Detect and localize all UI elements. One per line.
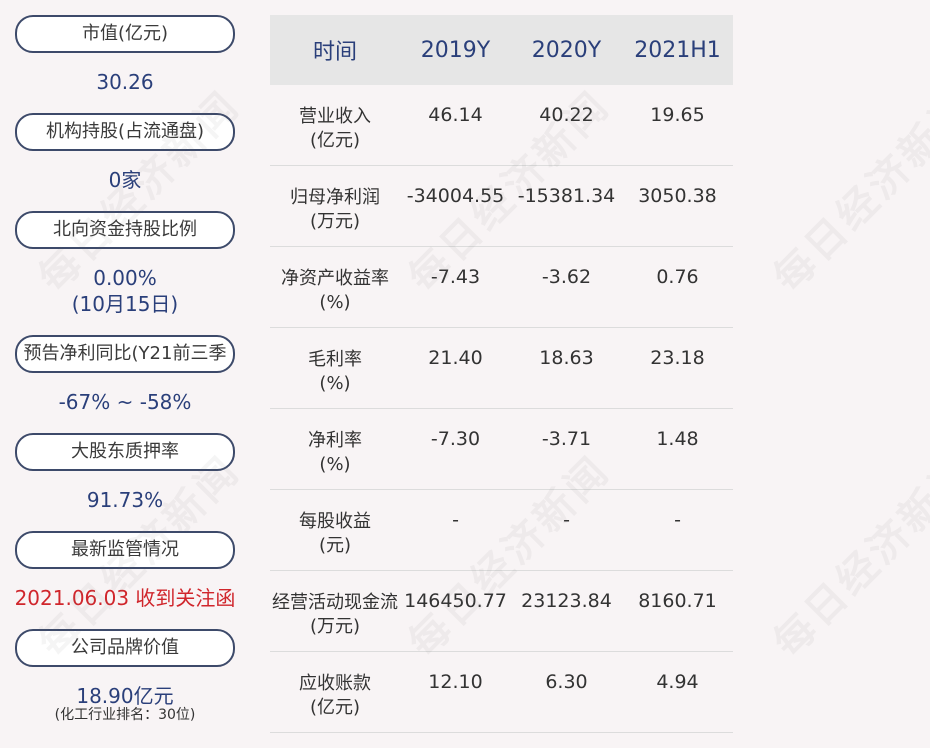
table-cell: 40.22 xyxy=(539,104,594,126)
row-label: 每股收益 (元) xyxy=(270,490,400,570)
table-cell: -3.62 xyxy=(541,266,592,288)
table-cell: -34004.55 xyxy=(406,185,505,207)
row-label-unit: (元) xyxy=(318,535,352,556)
pledge-ratio-value: 91.73% xyxy=(86,488,164,512)
northbound-holding-label: 北向资金持股比例 xyxy=(15,211,235,249)
row-label: 经营活动现金流 (万元) xyxy=(270,571,400,651)
pledge-ratio-label: 大股东质押率 xyxy=(15,433,235,471)
table-cell: 19.65 xyxy=(650,104,705,126)
row-label: 归母净利润 (万元) xyxy=(270,166,400,246)
row-label-title: 净利率 xyxy=(308,430,362,451)
header-period: 时间 xyxy=(312,40,357,65)
table-cell: -7.30 xyxy=(430,428,481,450)
institution-holding-value: 0家 xyxy=(108,168,142,192)
brand-value: 18.90亿元 xyxy=(76,684,174,708)
table-cell: 146450.77 xyxy=(404,590,507,612)
brand-value-label: 公司品牌价值 xyxy=(15,629,235,667)
row-label: 毛利率 (%) xyxy=(270,328,400,408)
row-label-title: 经营活动现金流 xyxy=(272,592,398,613)
table-row-receivables: 应收账款 (亿元) 12.10 6.30 4.94 xyxy=(270,652,733,733)
northbound-holding-date: (10月15日) xyxy=(71,292,179,316)
row-label-unit: (%) xyxy=(319,373,351,394)
northbound-holding-value: 0.00% xyxy=(93,266,157,290)
table-cell: 23123.84 xyxy=(521,590,612,612)
table-cell: 1.48 xyxy=(656,428,699,450)
institution-holding-label: 机构持股(占流通盘) xyxy=(15,113,235,151)
table-cell: 6.30 xyxy=(545,671,588,693)
row-label: 营业收入 (亿元) xyxy=(270,85,400,165)
market-cap-label: 市值(亿元) xyxy=(15,15,235,53)
table-cell: 3050.38 xyxy=(638,185,717,207)
row-label-unit: (%) xyxy=(319,292,351,313)
table-cell: 46.14 xyxy=(428,104,483,126)
profit-forecast-value: -67% ~ -58% xyxy=(58,390,192,414)
row-label-title: 归母净利润 xyxy=(290,187,380,208)
row-label-unit: (亿元) xyxy=(309,697,361,718)
row-label-title: 每股收益 xyxy=(299,511,371,532)
table-row-net-profit: 归母净利润 (万元) -34004.55 -15381.34 3050.38 xyxy=(270,166,733,247)
header-2020y: 2020Y xyxy=(531,37,602,63)
row-label-title: 营业收入 xyxy=(299,106,371,127)
table-row-net-margin: 净利率 (%) -7.30 -3.71 1.48 xyxy=(270,409,733,490)
table-header: 时间 2019Y 2020Y 2021H1 xyxy=(270,15,733,85)
regulation-label: 最新监管情况 xyxy=(15,531,235,569)
header-2021h1: 2021H1 xyxy=(634,37,721,63)
table-cell: -15381.34 xyxy=(517,185,616,207)
table-cell: - xyxy=(563,509,570,531)
row-label-title: 净资产收益率 xyxy=(281,268,389,289)
table-cell: - xyxy=(674,509,681,531)
table-cell: - xyxy=(452,509,459,531)
watermark: 每日经济新闻 xyxy=(765,447,930,667)
brand-rank: (化工行业排名：30位) xyxy=(54,707,196,723)
row-label: 净利率 (%) xyxy=(270,409,400,489)
table-cell: -7.43 xyxy=(430,266,481,288)
table-cell: 23.18 xyxy=(650,347,705,369)
row-label-unit: (万元) xyxy=(309,616,361,637)
row-label: 应收账款 (亿元) xyxy=(270,652,400,732)
table-row-eps: 每股收益 (元) - - - xyxy=(270,490,733,571)
profit-forecast-label: 预告净利同比(Y21前三季 xyxy=(15,335,235,373)
row-label-unit: (亿元) xyxy=(309,130,361,151)
table-row-gross-margin: 毛利率 (%) 21.40 18.63 23.18 xyxy=(270,328,733,409)
row-label-title: 应收账款 xyxy=(299,673,371,694)
table-row-operating-cash-flow: 经营活动现金流 (万元) 146450.77 23123.84 8160.71 xyxy=(270,571,733,652)
table-row-roe: 净资产收益率 (%) -7.43 -3.62 0.76 xyxy=(270,247,733,328)
regulation-value: 2021.06.03 收到关注函 xyxy=(14,586,236,610)
header-2019y: 2019Y xyxy=(420,37,491,63)
row-label-title: 毛利率 xyxy=(308,349,362,370)
table-cell: -3.71 xyxy=(541,428,592,450)
table-cell: 12.10 xyxy=(428,671,483,693)
financial-table: 时间 2019Y 2020Y 2021H1 营业收入 (亿元) 46.14 40… xyxy=(270,15,733,733)
row-label-unit: (%) xyxy=(319,454,351,475)
table-cell: 8160.71 xyxy=(638,590,717,612)
table-cell: 0.76 xyxy=(656,266,699,288)
watermark: 每日经济新闻 xyxy=(765,82,930,302)
market-cap-value: 30.26 xyxy=(96,70,154,94)
row-label: 净资产收益率 (%) xyxy=(270,247,400,327)
row-label-unit: (万元) xyxy=(309,211,361,232)
table-cell: 18.63 xyxy=(539,347,594,369)
table-cell: 4.94 xyxy=(656,671,699,693)
table-row-revenue: 营业收入 (亿元) 46.14 40.22 19.65 xyxy=(270,85,733,166)
table-cell: 21.40 xyxy=(428,347,483,369)
